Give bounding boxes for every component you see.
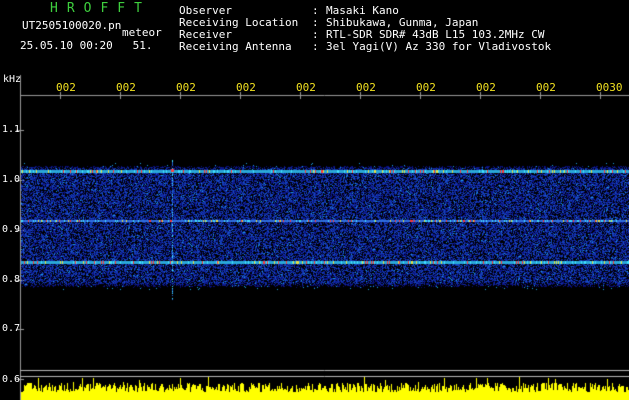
freq-tick: 1.0 — [2, 174, 21, 185]
time-tick: 002 — [56, 81, 76, 94]
time-tick: 002 — [536, 81, 556, 94]
time-tick: 002 — [296, 81, 316, 94]
separator: : — [312, 4, 319, 17]
freq-tick: 1.1 — [2, 124, 21, 135]
time-tick: 002 — [476, 81, 496, 94]
location-label: Receiving Location — [179, 16, 299, 29]
time-tick: 002 — [176, 81, 196, 94]
spectrogram-canvas — [0, 0, 629, 400]
receiver-label: Receiver — [179, 28, 232, 41]
freq-tick: 0.6 — [2, 374, 21, 385]
antenna-value: 3el Yagi(V) Az 330 for Vladivostok — [326, 40, 552, 53]
freq-tick: 0.8 — [2, 274, 21, 285]
freq-tick: 0.7 — [2, 323, 21, 334]
separator: : — [312, 16, 319, 29]
date-time: 25.05.10 00:20 51. — [20, 39, 153, 52]
time-tick: 002 — [356, 81, 376, 94]
separator: : — [312, 40, 319, 53]
freq-tick: 0.9 — [2, 224, 21, 235]
app-title: HROFFT — [50, 1, 151, 16]
receiver-value: RTL-SDR SDR# 43dB L15 103.2MHz CW — [326, 28, 545, 41]
antenna-label: Receiving Antenna — [179, 40, 292, 53]
location-value: Shibukawa, Gunma, Japan — [326, 16, 479, 29]
observer-label: Observer — [179, 4, 232, 17]
file-name: UT2505100020.pn — [22, 19, 122, 32]
mode-label: meteor — [122, 26, 162, 39]
observer-value: Masaki Kano — [326, 4, 399, 17]
unit-label: kHz — [3, 74, 22, 85]
time-tick: 002 — [416, 81, 436, 94]
time-tick: 002 — [236, 81, 256, 94]
time-tick: 002 — [116, 81, 136, 94]
time-tick: 0030 — [596, 81, 623, 94]
separator: : — [312, 28, 319, 41]
